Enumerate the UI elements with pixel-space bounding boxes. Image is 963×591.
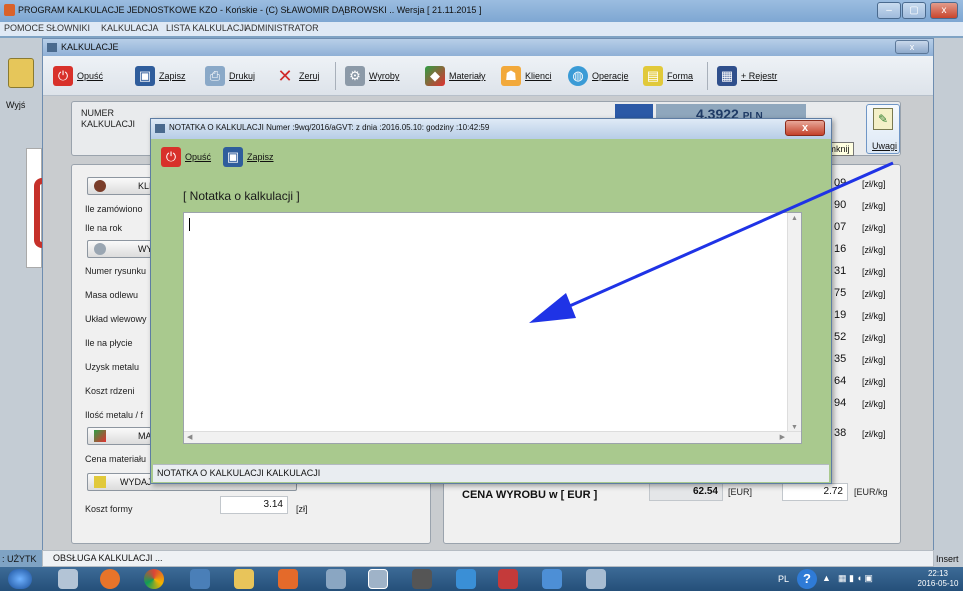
app-icon-people[interactable]: [58, 569, 78, 589]
app-icon-blue[interactable]: [542, 569, 562, 589]
help-icon[interactable]: ?: [797, 569, 817, 589]
app-icon-media[interactable]: [278, 569, 298, 589]
tray-icons[interactable]: ▦ ▮ ◖ ▣: [838, 573, 908, 585]
app-icon-red[interactable]: [498, 569, 518, 589]
teamviewer-icon[interactable]: [456, 569, 476, 589]
app-icon-gray[interactable]: [586, 569, 606, 589]
annotation-arrow: [529, 161, 894, 323]
chevron-up-icon[interactable]: ▲: [822, 573, 831, 583]
main-status-bar: OBSŁUGA KALKULACJI ...: [42, 550, 934, 567]
start-icon[interactable]: [8, 569, 32, 589]
arrow-head: [529, 293, 576, 323]
taskbar: PL ? ▲ ▦ ▮ ◖ ▣ 22:13 2016-05-10: [0, 567, 963, 591]
arrow-line: [555, 161, 894, 314]
app-icon-dark[interactable]: [412, 569, 432, 589]
firefox-icon[interactable]: [100, 569, 120, 589]
kalkulacje-taskbar-icon[interactable]: [368, 569, 388, 589]
clock-date: 2016-05-10: [917, 579, 959, 588]
clock-time: 22:13: [927, 569, 949, 578]
calculator-icon[interactable]: [326, 569, 346, 589]
explorer-icon[interactable]: [234, 569, 254, 589]
chrome-icon[interactable]: [144, 569, 164, 589]
app-icon-folder-blue[interactable]: [190, 569, 210, 589]
language-indicator[interactable]: PL: [778, 574, 789, 584]
